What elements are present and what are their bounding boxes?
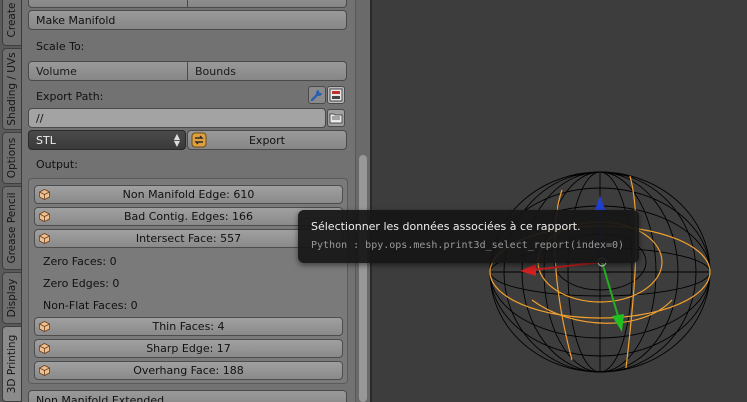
non-manifold-extended-label: Non Manifold Extended [36, 393, 165, 402]
panel-scrollbar[interactable] [355, 0, 370, 402]
tab-display[interactable]: Display [2, 272, 21, 324]
tab-3d-printing-label: 3D Printing [6, 334, 18, 394]
scale-to-selector: Volume Bounds [28, 61, 347, 81]
tooltip-title: Sélectionner les données associées à ce … [311, 220, 581, 233]
mesh-cube-icon [39, 321, 50, 332]
make-manifold-button[interactable]: Make Manifold [28, 10, 347, 30]
scale-to-bounds-label: Bounds [195, 64, 236, 78]
report-non-manifold-edge[interactable]: Non Manifold Edge: 610 [34, 185, 343, 204]
report-item-label: Sharp Edge: 17 [146, 342, 231, 355]
scrollbar-thumb[interactable] [359, 155, 367, 402]
print3d-panel: Make Manifold Scale To: Volume Bounds Ex… [22, 0, 355, 402]
tab-3d-printing[interactable]: 3D Printing [2, 326, 21, 402]
report-bad-contig-edges[interactable]: Bad Contig. Edges: 166 [34, 207, 343, 226]
output-label: Output: [36, 158, 78, 171]
folder-icon[interactable] [327, 109, 345, 127]
top-partial-right[interactable] [188, 0, 347, 8]
export-format-value: STL [36, 133, 56, 147]
export-path-value: // [36, 111, 44, 125]
tab-shading-uvs-label: Shading / UVs [6, 52, 18, 126]
report-non-flat-faces: Non-Flat Faces: 0 [43, 299, 138, 312]
non-manifold-extended-button[interactable]: Non Manifold Extended [28, 390, 347, 402]
report-item-label: Thin Faces: 4 [152, 320, 225, 333]
scale-to-bounds-button[interactable]: Bounds [188, 61, 347, 81]
report-thin-faces[interactable]: Thin Faces: 4 [34, 317, 343, 336]
export-path-input[interactable]: // [28, 108, 326, 128]
export-button-label: Export [248, 133, 285, 147]
export-button[interactable]: Export [187, 130, 347, 150]
scale-to-volume-button[interactable]: Volume [28, 61, 188, 81]
tab-shading-uvs[interactable]: Shading / UVs [2, 48, 21, 130]
top-partial-left[interactable] [28, 0, 188, 8]
report-item-label: Non Manifold Edge: 610 [122, 188, 255, 201]
dropdown-arrows-icon: ▲ ▼ [173, 132, 180, 148]
tooltip-python: Python : bpy.ops.mesh.print3d_select_rep… [311, 240, 625, 251]
report-item-label: Overhang Face: 188 [133, 364, 244, 377]
report-box: Non Manifold Edge: 610 Bad Contig. Edges… [28, 178, 348, 384]
report-overhang-face[interactable]: Overhang Face: 188 [34, 361, 343, 380]
3d-viewport[interactable] [372, 0, 747, 402]
mesh-cube-icon [39, 211, 50, 222]
make-manifold-label: Make Manifold [36, 13, 116, 27]
mesh-cube-icon [39, 343, 50, 354]
mesh-cube-icon [39, 233, 50, 244]
tab-display-label: Display [6, 278, 18, 318]
export-arrows-icon [191, 132, 207, 151]
export-path-label: Export Path: [36, 90, 104, 103]
report-item-label: Bad Contig. Edges: 166 [123, 210, 254, 223]
report-zero-faces: Zero Faces: 0 [43, 255, 117, 268]
tooltip: Sélectionner les données associées à ce … [298, 210, 639, 263]
tool-shelf-tabs: Create Shading / UVs Options Grease Penc… [0, 0, 22, 402]
mesh-cube-icon [39, 365, 50, 376]
report-intersect-face[interactable]: Intersect Face: 557 [34, 229, 343, 248]
wrench-icon[interactable] [308, 86, 326, 104]
top-partial-row [28, 0, 347, 8]
report-item-label: Intersect Face: 557 [135, 232, 242, 245]
tab-options-label: Options [6, 137, 18, 179]
tab-create-label: Create [6, 2, 18, 38]
tab-options[interactable]: Options [2, 132, 21, 184]
tab-create[interactable]: Create [2, 0, 21, 46]
image-settings-icon[interactable] [327, 86, 345, 104]
export-format-dropdown[interactable]: STL ▲ ▼ [28, 130, 186, 150]
report-sharp-edge[interactable]: Sharp Edge: 17 [34, 339, 343, 358]
scale-to-label: Scale To: [36, 40, 85, 53]
mesh-cube-icon [39, 189, 50, 200]
scale-to-volume-label: Volume [36, 64, 77, 78]
report-zero-edges: Zero Edges: 0 [43, 277, 120, 290]
mesh-wireframe [489, 171, 711, 373]
tab-grease-pencil[interactable]: Grease Pencil [2, 186, 21, 270]
tab-grease-pencil-label: Grease Pencil [6, 192, 18, 264]
